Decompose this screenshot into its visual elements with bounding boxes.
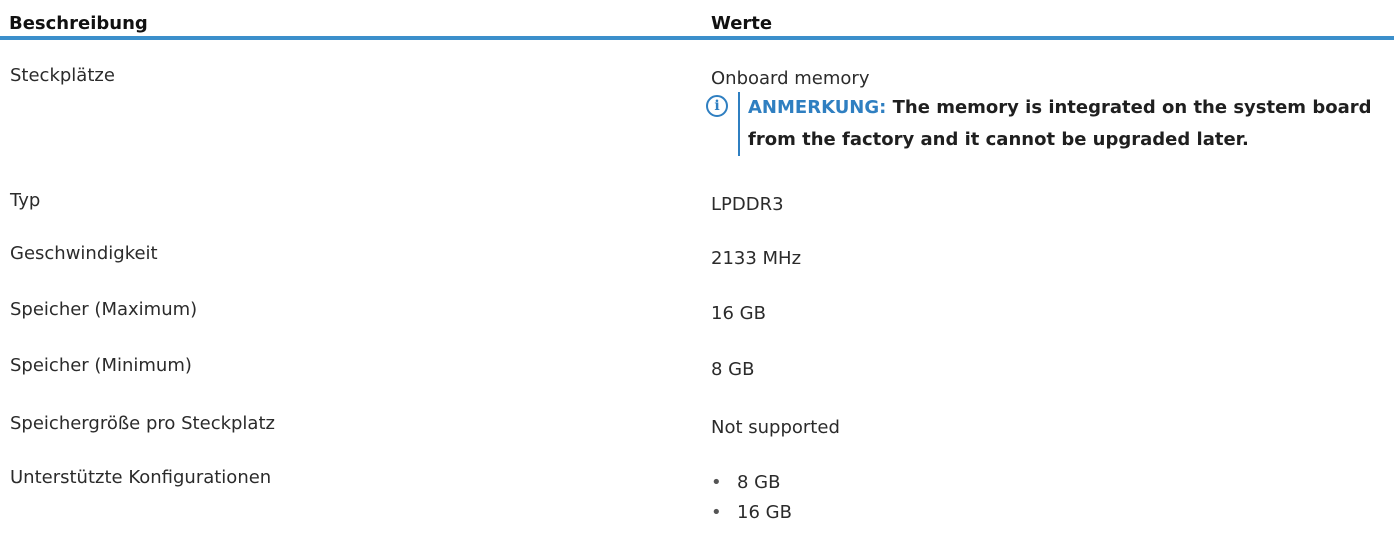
row-value: Onboard memory [711, 68, 870, 89]
note-divider [738, 92, 740, 156]
row-value: 2133 MHz [711, 248, 802, 269]
row-label: Geschwindigkeit [10, 243, 158, 264]
header-values: Werte [711, 13, 773, 34]
row-value: LPDDR3 [711, 194, 784, 215]
table-row-type: Typ LPDDR3 [0, 189, 1394, 219]
note-label: ANMERKUNG: [748, 97, 887, 118]
table-row-memory-min: Speicher (Minimum) 8 GB [0, 354, 1394, 384]
table-row-speed: Geschwindigkeit 2133 MHz [0, 242, 1394, 272]
table-row-supported-configs: Unterstützte Konfigurationen • 8 GB • 16 G… [0, 466, 1394, 526]
bullet-icon: • [711, 472, 722, 493]
row-label: Steckplätze [10, 65, 115, 86]
row-label: Speicher (Maximum) [10, 299, 198, 320]
table-row-slots: Steckplätze Onboard memory i ANMERKUNG: … [0, 64, 1394, 164]
table-row-memory-max: Speicher (Maximum) 16 GB [0, 298, 1394, 328]
note-text: ANMERKUNG: The memory is integrated on t… [748, 92, 1388, 156]
info-icon: i [706, 95, 728, 117]
note-box: i ANMERKUNG: The memory is integrated on… [706, 92, 1386, 158]
row-value: Not supported [711, 417, 840, 438]
memory-spec-table: Beschreibung Werte Steckplätze Onboard m… [0, 0, 1394, 533]
list-item: • 8 GB [711, 471, 780, 495]
row-label: Speicher (Minimum) [10, 355, 192, 376]
row-label: Speichergröße pro Steckplatz [10, 413, 275, 434]
row-value: 16 GB [711, 303, 766, 324]
list-item-text: 16 GB [737, 502, 792, 523]
list-item: • 16 GB [711, 501, 792, 525]
row-value: 8 GB [711, 359, 755, 380]
table-header: Beschreibung Werte [0, 0, 1394, 40]
table-row-size-per-slot: Speichergröße pro Steckplatz Not support… [0, 412, 1394, 442]
list-item-text: 8 GB [737, 472, 781, 493]
bullet-icon: • [711, 502, 722, 523]
row-label: Typ [10, 190, 41, 211]
row-label: Unterstützte Konfigurationen [10, 467, 272, 488]
header-description: Beschreibung [9, 13, 148, 34]
